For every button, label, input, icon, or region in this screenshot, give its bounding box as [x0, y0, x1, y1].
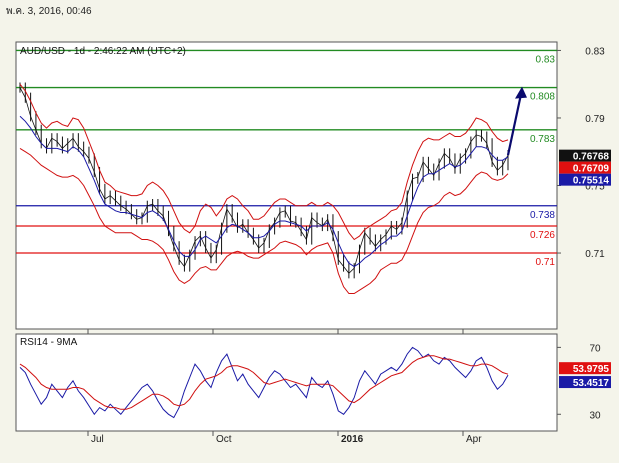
- level-label-5: 0.71: [536, 257, 556, 268]
- xtick-label-1: Oct: [216, 434, 232, 445]
- level-label-2: 0.783: [530, 134, 555, 145]
- price-ytick-label-0: 0.83: [585, 46, 605, 57]
- rsi-ytick-label-0: 70: [589, 343, 601, 354]
- price-marker-label-2: 0.75514: [573, 176, 610, 187]
- price-marker-label-1: 0.76709: [573, 164, 610, 175]
- xtick-label-3: Apr: [466, 434, 482, 445]
- rsi-chart-title: RSI14 - 9MA: [20, 337, 78, 348]
- level-label-0: 0.83: [536, 54, 556, 65]
- chart-canvas: 0.83 0.808 0.783 0.738 0.726 0.71 0.83 0.79 0.75…: [15, 41, 611, 445]
- xtick-label-2: 2016: [341, 434, 364, 445]
- price-ytick-label-1: 0.79: [585, 114, 605, 125]
- price-ytick-label-3: 0.71: [585, 249, 605, 260]
- price-chart-title: AUD/USD - 1d - 2:46:22 AM (UTC+2): [20, 46, 186, 57]
- level-label-3: 0.738: [530, 210, 555, 221]
- level-label-4: 0.726: [530, 230, 555, 241]
- rsi-marker-label-1: 53.4517: [573, 378, 610, 389]
- rsi-ytick-label-1: 30: [589, 410, 601, 421]
- price-panel: [15, 41, 558, 330]
- level-label-1: 0.808: [530, 92, 555, 103]
- xtick-label-0: Jul: [91, 434, 104, 445]
- rsi-marker-label-0: 53.9795: [573, 364, 610, 375]
- price-marker-label-0: 0.76768: [573, 152, 610, 163]
